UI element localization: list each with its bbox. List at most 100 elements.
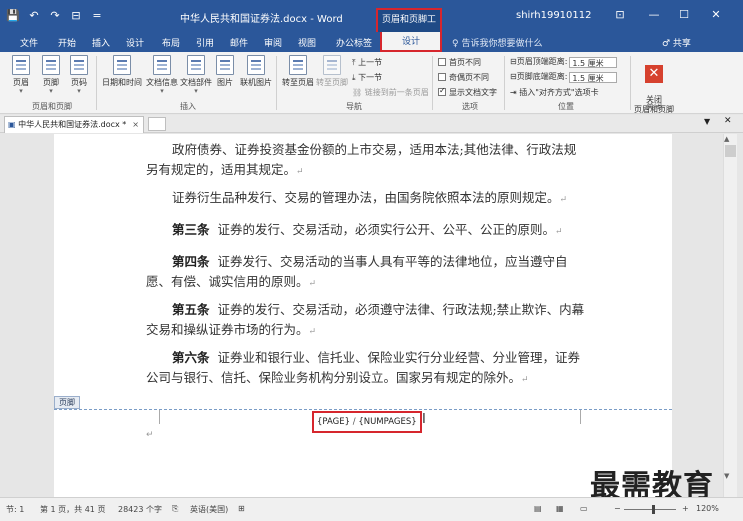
date-time-button[interactable]: 日期和时间 xyxy=(102,55,142,88)
picture-label: 图片 xyxy=(217,78,233,87)
web-layout-icon[interactable]: ▭ xyxy=(580,504,588,513)
picture-button[interactable]: 图片 xyxy=(216,55,234,88)
paragraph-text: 证券的发行、交易活动，必须遵守法律、行政法规;禁止欺诈、内幕交易和操纵证券市场的… xyxy=(146,302,585,337)
undo-icon[interactable]: ↶ xyxy=(27,9,41,22)
touch-mode-icon[interactable]: ⊟ xyxy=(69,9,83,22)
odd-even-different-label: 奇偶页不同 xyxy=(449,73,489,82)
document-tab[interactable]: ▣ 中华人民共和国证券法.docx * × xyxy=(4,116,144,133)
group-separator xyxy=(630,56,631,110)
tab-mailings[interactable]: 邮件 xyxy=(230,36,248,49)
tab-review[interactable]: 审阅 xyxy=(264,36,282,49)
document-page[interactable]: 政府债券、证券投资基金份额的上市交易，适用本法;其他法律、行政法规另有规定的，适… xyxy=(54,134,672,497)
goto-header-button[interactable]: 转至页眉 xyxy=(282,55,314,88)
status-section[interactable]: 节: 1 xyxy=(6,504,24,515)
word-doc-icon: ▣ xyxy=(8,120,16,129)
first-page-different-checkbox[interactable]: 首页不同 xyxy=(438,57,481,68)
paragraph: 第五条 证券的发行、交易活动，必须遵守法律、行政法规;禁止欺诈、内幕交易和操纵证… xyxy=(146,300,586,342)
header-top-label: 页眉顶端距离: xyxy=(516,57,568,66)
show-document-text-checkbox[interactable]: 显示文档文字 xyxy=(438,86,497,98)
scrollbar-track[interactable] xyxy=(723,134,737,497)
paragraph-mark: ↵ xyxy=(559,195,568,205)
zoom-in-icon[interactable]: + xyxy=(682,504,689,513)
minimize-icon[interactable]: — xyxy=(646,8,662,21)
insert-alignment-tab-button[interactable]: ⇥ 插入"对齐方式"选项卡 xyxy=(510,87,599,98)
odd-even-different-checkbox[interactable]: 奇偶页不同 xyxy=(438,72,489,83)
customize-qat-icon[interactable]: = xyxy=(90,9,104,22)
redo-icon[interactable]: ↷ xyxy=(48,9,62,22)
goto-footer-label: 转至页脚 xyxy=(316,78,348,87)
scroll-up-icon[interactable]: ▲ xyxy=(724,135,729,143)
user-account[interactable]: shirh19910112 xyxy=(516,10,592,21)
footer-bottom-input[interactable]: 1.5 厘米 xyxy=(569,72,618,83)
share-button[interactable]: ♂ 共享 xyxy=(662,36,691,49)
goto-footer-button[interactable]: 转至页脚 xyxy=(316,55,348,88)
article-number: 第五条 xyxy=(172,302,210,317)
read-mode-icon[interactable]: ▤ xyxy=(534,504,542,513)
previous-section-button[interactable]: ⤒ 上一节 xyxy=(352,57,382,68)
tab-file[interactable]: 文件 xyxy=(20,36,38,49)
vertical-scrollbar[interactable]: ▲ ▼ xyxy=(715,134,743,497)
tab-layout[interactable]: 布局 xyxy=(162,36,180,49)
tab-office-tab[interactable]: 办公标签 xyxy=(336,36,372,49)
doc-info-button[interactable]: 文档信息 ▾ xyxy=(146,55,178,95)
group-label-options: 选项 xyxy=(462,102,478,111)
tab-list-dropdown-icon[interactable]: ▼ xyxy=(704,117,710,126)
status-word-count[interactable]: 28423 个字 xyxy=(118,504,162,515)
tab-home[interactable]: 开始 xyxy=(58,36,76,49)
paragraph-mark: ↵ xyxy=(146,430,154,440)
footer-bottom-distance: ⊟页脚底端距离: 1.5 厘米 xyxy=(510,71,618,83)
calendar-icon xyxy=(113,55,131,75)
new-tab-button[interactable] xyxy=(148,117,166,131)
save-icon[interactable]: 💾 xyxy=(6,9,20,22)
tab-header-footer-design[interactable]: 设计 xyxy=(380,32,442,52)
paragraph-mark: ↵ xyxy=(521,375,529,385)
zoom-level[interactable]: 120% xyxy=(696,504,719,513)
zoom-slider-thumb[interactable] xyxy=(652,505,655,514)
scrollbar-thumb[interactable] xyxy=(725,145,736,157)
status-language[interactable]: 英语(美国) xyxy=(190,504,228,515)
article-number: 第四条 xyxy=(172,254,210,269)
next-section-button[interactable]: ⤓ 下一节 xyxy=(352,72,382,83)
quick-parts-label: 文档部件 xyxy=(180,78,212,87)
macro-record-icon[interactable]: ⊞ xyxy=(238,504,245,513)
doc-info-label: 文档信息 xyxy=(146,78,178,87)
ribbon-display-icon[interactable]: ⊡ xyxy=(612,8,628,21)
paragraph: 第四条 证券发行、交易活动的当事人具有平等的法律地位，应当遵守自愿、有偿、诚实信… xyxy=(146,252,586,294)
article-number: 第六条 xyxy=(172,350,210,365)
header-button[interactable]: 页眉 ▾ xyxy=(12,55,30,95)
close-document-icon[interactable]: ✕ xyxy=(724,116,732,126)
link-icon: ⛓ xyxy=(352,88,363,97)
header-icon xyxy=(12,55,30,75)
link-to-previous-button[interactable]: ⛓ 链接到前一条页眉 xyxy=(352,87,429,98)
tab-design[interactable]: 设计 xyxy=(126,36,144,49)
close-window-icon[interactable]: ✕ xyxy=(708,8,724,21)
ribbon-tabs: 文件 开始 插入 设计 布局 引用 邮件 审阅 视图 办公标签 设计 ♀ 告诉我… xyxy=(0,32,743,52)
maximize-icon[interactable]: ☐ xyxy=(676,8,692,21)
footer-tag: 页脚 xyxy=(54,396,80,409)
footer-page-field[interactable]: {PAGE} / {NUMPAGES} xyxy=(312,411,422,433)
tell-me-search[interactable]: ♀ 告诉我你想要做什么 xyxy=(452,36,542,49)
quick-parts-button[interactable]: 文档部件 ▾ xyxy=(180,55,212,95)
footer-button[interactable]: 页脚 ▾ xyxy=(42,55,60,95)
header-position-icon: ⊟ xyxy=(510,57,517,66)
print-layout-icon[interactable]: ▦ xyxy=(556,504,564,513)
alignment-tab-icon: ⇥ xyxy=(510,88,517,97)
tab-insert[interactable]: 插入 xyxy=(92,36,110,49)
status-page-count[interactable]: 第 1 页，共 41 页 xyxy=(40,504,105,515)
page-number-button[interactable]: 页码 ▾ xyxy=(70,55,88,95)
previous-icon: ⤒ xyxy=(352,58,356,67)
zoom-slider[interactable] xyxy=(624,509,676,510)
paragraph: 证券衍生品种发行、交易的管理办法，由国务院依照本法的原则规定。↵ xyxy=(146,188,586,210)
scroll-down-icon[interactable]: ▼ xyxy=(724,472,729,480)
online-picture-button[interactable]: 联机图片 xyxy=(240,55,272,88)
zoom-out-icon[interactable]: − xyxy=(614,504,621,513)
header-top-input[interactable]: 1.5 厘米 xyxy=(569,57,618,68)
status-bar: 节: 1 第 1 页，共 41 页 28423 个字 ⎘ 英语(美国) ⊞ ▤ … xyxy=(0,497,743,521)
show-document-text-label: 显示文档文字 xyxy=(449,88,497,97)
tab-references[interactable]: 引用 xyxy=(196,36,214,49)
tab-view[interactable]: 视图 xyxy=(298,36,316,49)
crop-mark xyxy=(580,410,594,424)
close-tab-icon[interactable]: × xyxy=(132,117,139,132)
proofing-icon[interactable]: ⎘ xyxy=(172,504,178,514)
page-number-button-label: 页码 xyxy=(71,78,87,87)
